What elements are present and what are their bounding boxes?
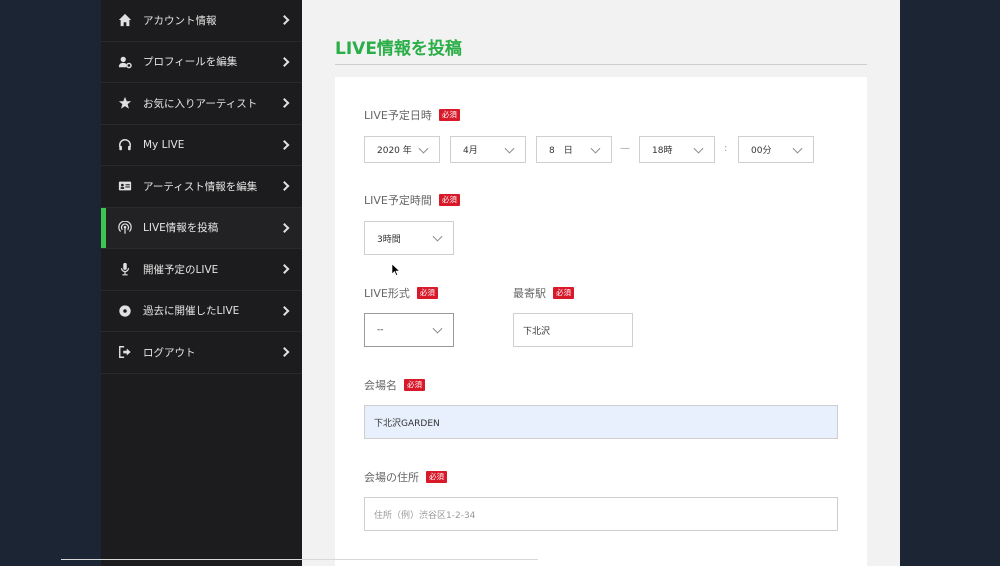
minute-select[interactable]: 00分 bbox=[738, 136, 814, 163]
day-select-value: 8 日 bbox=[549, 146, 573, 156]
chevron-down-icon bbox=[504, 143, 515, 154]
chevron-right-icon bbox=[279, 56, 290, 67]
required-badge: 必須 bbox=[426, 471, 447, 483]
day-select[interactable]: 8 日 bbox=[536, 136, 612, 163]
chevron-down-icon bbox=[792, 143, 803, 154]
sidebar-item-label: LIVE情報を投稿 bbox=[143, 222, 219, 235]
station-label: 最寄駅 必須 bbox=[513, 285, 574, 301]
title-divider bbox=[335, 64, 867, 65]
required-badge: 必須 bbox=[416, 287, 438, 299]
duration-label-text: LIVE予定時間 bbox=[364, 194, 432, 207]
venue-label: 会場名 必須 bbox=[364, 377, 425, 393]
chevron-right-icon bbox=[279, 98, 290, 109]
chevron-down-icon bbox=[432, 323, 443, 334]
sidebar-item-label: 開催予定のLIVE bbox=[143, 263, 219, 276]
sidebar-item-label: ログアウト bbox=[143, 346, 196, 359]
chevron-right-icon bbox=[279, 264, 290, 275]
section-divider bbox=[61, 559, 538, 560]
home-icon bbox=[117, 12, 133, 28]
star-icon bbox=[117, 95, 133, 111]
id-card-icon bbox=[117, 178, 133, 194]
minute-select-value: 00分 bbox=[751, 146, 772, 156]
broadcast-icon bbox=[117, 220, 133, 236]
sidebar-item-label: アーティスト情報を編集 bbox=[143, 180, 258, 193]
duration-select-value: 3時間 bbox=[377, 234, 401, 245]
datetime-label: LIVE予定日時 必須 bbox=[364, 107, 460, 123]
required-badge: 必須 bbox=[438, 194, 460, 206]
chevron-right-icon bbox=[279, 139, 290, 150]
sidebar-item-post-live-info[interactable]: LIVE情報を投稿 bbox=[101, 207, 302, 249]
sidebar-item-label: 過去に開催したLIVE bbox=[143, 305, 240, 318]
station-input[interactable]: 下北沢 bbox=[513, 313, 633, 347]
chevron-down-icon bbox=[590, 143, 601, 154]
sidebar-item-favorite-artists[interactable]: お気に入りアーティスト bbox=[101, 83, 302, 125]
sidebar-item-upcoming-live[interactable]: 開催予定のLIVE bbox=[101, 249, 302, 291]
sidebar-item-edit-profile[interactable]: プロフィールを編集 bbox=[101, 42, 302, 83]
range-separator: — bbox=[620, 143, 630, 154]
format-label-text: LIVE形式 bbox=[364, 287, 410, 300]
hour-select-value: 18時 bbox=[652, 146, 673, 156]
year-select-value: 2020 年 bbox=[377, 146, 412, 156]
microphone-icon bbox=[117, 261, 133, 277]
record-icon bbox=[117, 303, 133, 319]
month-select-value: 4月 bbox=[463, 146, 478, 156]
address-label: 会場の住所 必須 bbox=[364, 469, 447, 485]
mouse-cursor-icon bbox=[392, 264, 400, 276]
address-label-text: 会場の住所 bbox=[364, 471, 419, 484]
sidebar-item-label: My LIVE bbox=[143, 138, 185, 151]
duration-select[interactable]: 3時間 bbox=[364, 221, 454, 255]
user-gear-icon bbox=[117, 54, 133, 70]
venue-input-value: 下北沢GARDEN bbox=[374, 418, 440, 429]
page-title: LIVE情報を投稿 bbox=[335, 39, 462, 59]
sidebar-item-past-live[interactable]: 過去に開催したLIVE bbox=[101, 291, 302, 332]
year-select[interactable]: 2020 年 bbox=[364, 136, 440, 163]
sidebar-item-label: アカウント情報 bbox=[143, 14, 217, 27]
sidebar-item-label: お気に入りアーティスト bbox=[143, 97, 258, 110]
station-label-text: 最寄駅 bbox=[513, 287, 546, 300]
month-select[interactable]: 4月 bbox=[450, 136, 526, 163]
duration-label: LIVE予定時間 必須 bbox=[364, 192, 460, 208]
chevron-right-icon bbox=[279, 222, 290, 233]
format-label: LIVE形式 必須 bbox=[364, 285, 438, 301]
sign-out-icon bbox=[117, 344, 133, 360]
address-input-placeholder: 住所（例）渋谷区1-2-34 bbox=[374, 510, 476, 521]
hour-select[interactable]: 18時 bbox=[639, 136, 715, 163]
format-select[interactable]: -- bbox=[364, 313, 454, 347]
sidebar-item-label: プロフィールを編集 bbox=[143, 56, 238, 69]
headphones-icon bbox=[117, 137, 133, 153]
required-badge: 必須 bbox=[404, 379, 425, 391]
chevron-right-icon bbox=[279, 15, 290, 26]
sidebar-item-edit-artist-info[interactable]: アーティスト情報を編集 bbox=[101, 166, 302, 208]
chevron-right-icon bbox=[279, 347, 290, 358]
sidebar-nav: アカウント情報 プロフィールを編集 お気に入りアーティスト My LIVE アー… bbox=[101, 0, 302, 566]
venue-label-text: 会場名 bbox=[364, 379, 397, 392]
chevron-right-icon bbox=[279, 181, 290, 192]
sidebar-item-logout[interactable]: ログアウト bbox=[101, 332, 302, 374]
venue-input[interactable]: 下北沢GARDEN bbox=[364, 405, 838, 439]
station-input-value: 下北沢 bbox=[523, 326, 551, 337]
chevron-down-icon bbox=[693, 143, 704, 154]
datetime-label-text: LIVE予定日時 bbox=[364, 109, 432, 122]
time-separator: : bbox=[724, 143, 728, 154]
chevron-down-icon bbox=[432, 231, 443, 242]
sidebar-item-account-info[interactable]: アカウント情報 bbox=[101, 0, 302, 42]
chevron-right-icon bbox=[279, 305, 290, 316]
chevron-down-icon bbox=[418, 143, 429, 154]
format-select-value: -- bbox=[377, 325, 384, 335]
required-badge: 必須 bbox=[438, 109, 460, 121]
sidebar-item-my-live[interactable]: My LIVE bbox=[101, 125, 302, 166]
required-badge: 必須 bbox=[553, 287, 574, 299]
address-input[interactable]: 住所（例）渋谷区1-2-34 bbox=[364, 497, 838, 531]
